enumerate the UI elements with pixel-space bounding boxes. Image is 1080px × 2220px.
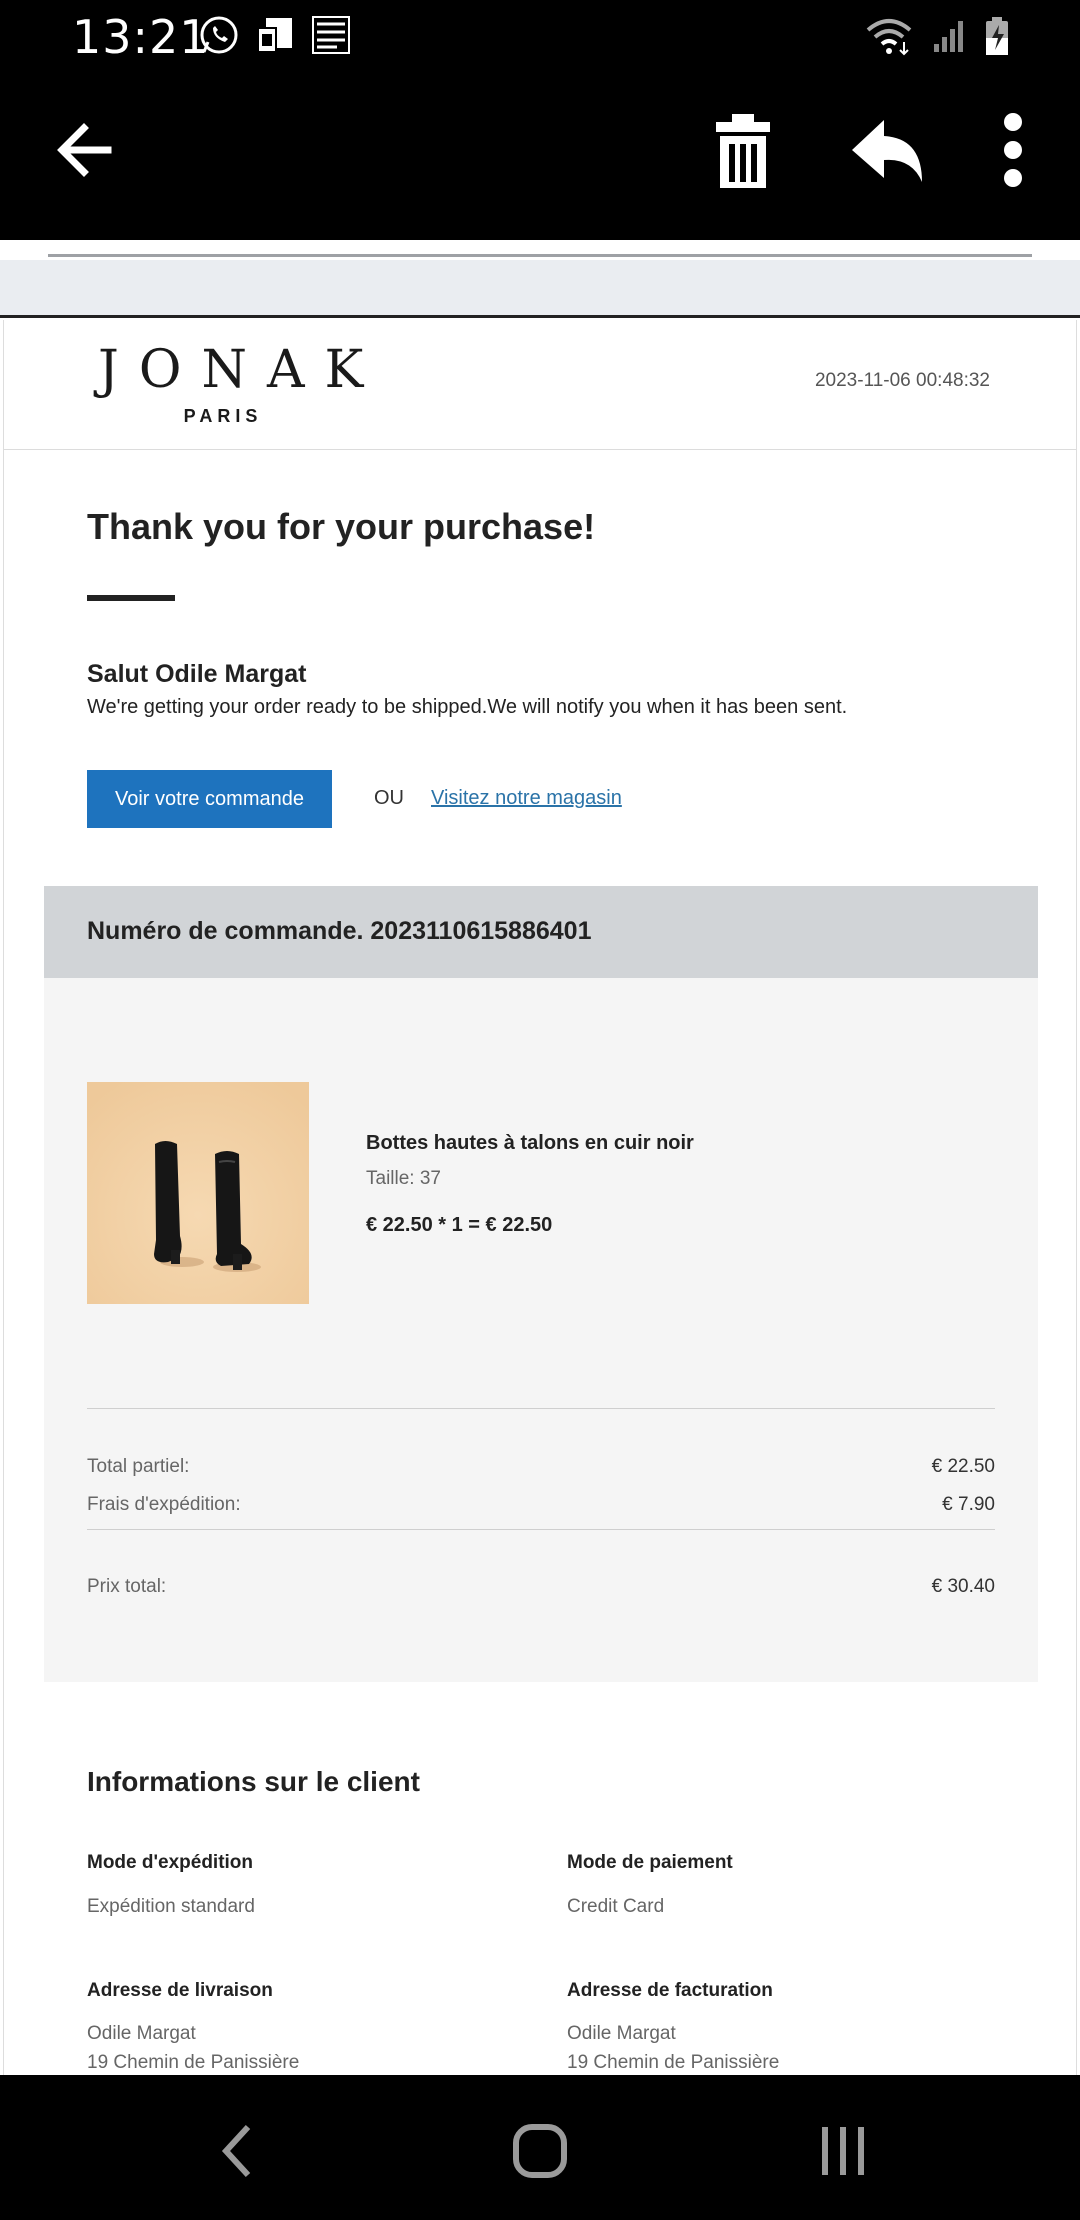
subtotal-value: € 22.50 <box>931 1456 995 1477</box>
shipping-method-label: Mode d'expédition <box>87 1852 254 1873</box>
total-label: Prix total: <box>87 1576 167 1597</box>
order-number: Numéro de commande. 2023110615886401 <box>87 917 592 945</box>
nav-back-icon[interactable] <box>218 2123 258 2184</box>
view-order-button[interactable]: Voir votre commande <box>87 770 332 828</box>
billing-street: 19 Chemin de Panissière <box>567 2052 780 2073</box>
order-summary: Numéro de commande. 2023110615886401 Bot… <box>44 886 1038 1682</box>
navigation-bar <box>0 2075 1080 2220</box>
email-content[interactable]: JONAK PARIS 2023-11-06 00:48:32 Thank yo… <box>0 240 1080 2075</box>
heading-rule <box>87 595 175 601</box>
product-image[interactable] <box>87 1082 309 1304</box>
delivery-street: 19 Chemin de Panissière <box>87 2052 300 2073</box>
battery-charging-icon <box>984 16 1010 61</box>
brand-name: JONAK <box>98 340 384 400</box>
reply-icon[interactable] <box>848 112 928 197</box>
more-options-icon[interactable] <box>996 112 1030 197</box>
visit-store-link[interactable]: Visitez notre magasin <box>431 787 622 810</box>
product-price: € 22.50 * 1 = € 22.50 <box>366 1214 553 1236</box>
back-arrow-icon[interactable] <box>56 112 112 193</box>
status-time: 13:21 <box>72 10 210 64</box>
total-value: € 30.40 <box>931 1576 995 1597</box>
delivery-name: Odile Margat <box>87 2023 196 2044</box>
shipping-label: Frais d'expédition: <box>87 1494 241 1515</box>
product-name: Bottes hautes à talons en cuir noir <box>366 1132 694 1154</box>
newspaper-icon <box>310 14 352 61</box>
recent-apps-icon[interactable] <box>818 2123 868 2184</box>
divider <box>87 1408 995 1409</box>
order-number-header: Numéro de commande. 2023110615886401 <box>44 886 1038 978</box>
brand-subtitle: PARIS <box>183 406 263 426</box>
signal-icon <box>932 18 966 59</box>
brand-logo: JONAK PARIS <box>88 340 384 427</box>
shipping-method-value: Expédition standard <box>87 1896 255 1917</box>
progress-line <box>48 254 1032 257</box>
customer-info-title: Informations sur le client <box>87 1766 420 1797</box>
email-date: 2023-11-06 00:48:32 <box>814 370 990 391</box>
payment-method-value: Credit Card <box>567 1896 665 1917</box>
or-text: OU <box>374 787 404 809</box>
wifi-icon <box>864 16 914 61</box>
email-body: JONAK PARIS 2023-11-06 00:48:32 Thank yo… <box>3 320 1077 2075</box>
payment-method-label: Mode de paiement <box>567 1852 733 1873</box>
billing-name: Odile Margat <box>567 2023 676 2044</box>
status-bar: 13:21 <box>0 0 1080 72</box>
app-bar <box>0 72 1080 240</box>
order-message: We're getting your order ready to be shi… <box>87 696 848 718</box>
greeting: Salut Odile Margat <box>87 660 307 688</box>
thanks-heading: Thank you for your purchase! <box>87 506 596 547</box>
whatsapp-icon <box>198 14 240 61</box>
delivery-address-label: Adresse de livraison <box>87 1980 273 2001</box>
divider <box>87 1529 995 1530</box>
sim-card-icon <box>254 14 296 61</box>
delete-icon[interactable] <box>712 112 774 197</box>
home-icon[interactable] <box>512 2123 568 2184</box>
grey-band <box>0 260 1080 318</box>
subtotal-label: Total partiel: <box>87 1456 190 1477</box>
product-size: Taille: 37 <box>366 1168 441 1189</box>
billing-address-label: Adresse de facturation <box>567 1980 773 2001</box>
shipping-value: € 7.90 <box>942 1494 995 1515</box>
email-header: JONAK PARIS 2023-11-06 00:48:32 <box>4 320 1076 450</box>
